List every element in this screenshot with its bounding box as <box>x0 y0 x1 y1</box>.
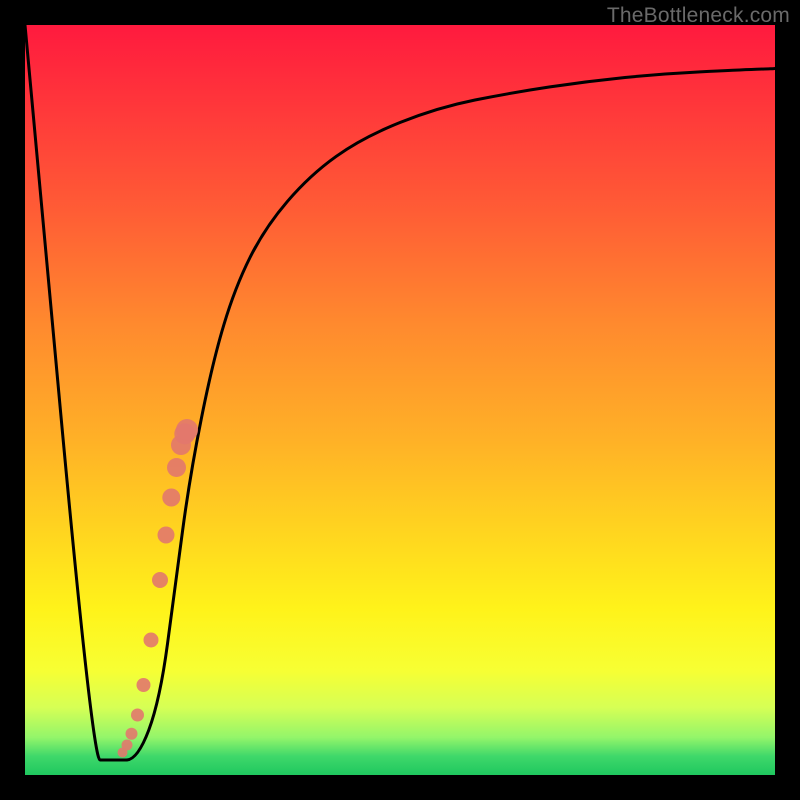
plot-area <box>25 25 775 775</box>
highlight-dot <box>176 419 198 441</box>
highlight-dot <box>167 458 186 477</box>
chart-frame: TheBottleneck.com <box>0 0 800 800</box>
highlight-dot <box>162 489 180 507</box>
chart-svg <box>25 25 775 775</box>
highlight-dot <box>122 740 133 751</box>
bottleneck-curve-path <box>25 25 775 760</box>
highlight-dot <box>131 709 144 722</box>
highlight-dot <box>126 728 138 740</box>
highlight-dot <box>144 633 159 648</box>
highlight-dot <box>137 678 151 692</box>
highlight-dot <box>158 527 175 544</box>
highlight-dot <box>152 572 168 588</box>
bottleneck-curve <box>25 25 775 760</box>
highlight-dots <box>118 419 199 758</box>
